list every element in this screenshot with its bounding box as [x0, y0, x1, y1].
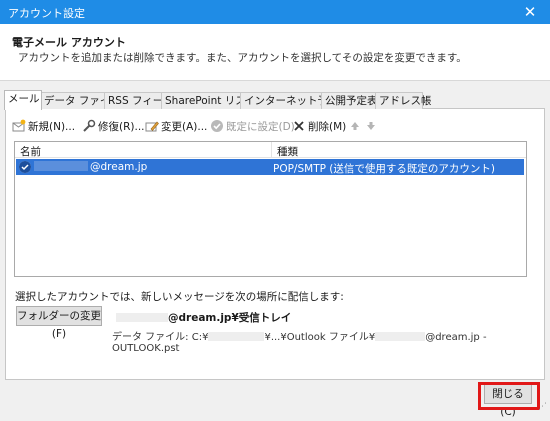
tab-address-books[interactable]: アドレス帳	[375, 92, 432, 109]
account-type: POP/SMTP (送信で使用する既定のアカウント)	[273, 163, 495, 175]
new-button[interactable]: 新規(N)...	[12, 118, 75, 136]
tab-mail[interactable]: メール	[4, 90, 42, 110]
change-button[interactable]: 変更(A)...	[145, 118, 207, 136]
dialog-header: 電子メール アカウント アカウントを追加または削除できます。また、アカウントを選…	[0, 24, 550, 81]
column-header-type[interactable]: 種類	[277, 144, 298, 159]
account-list[interactable]: 名前 種類 @dream.jp POP/SMTP (送信で使用する既定のアカウン…	[14, 141, 527, 277]
column-header-name[interactable]: 名前	[20, 144, 41, 159]
redacted-folder	[208, 332, 265, 341]
inbox-path: @dream.jp¥受信トレイ	[116, 310, 291, 325]
redacted-username	[375, 332, 426, 341]
arrow-up-icon	[348, 119, 362, 133]
resize-grip-icon[interactable]: ⋰	[538, 402, 548, 412]
new-account-icon	[12, 119, 26, 133]
default-account-check-icon	[19, 161, 31, 173]
account-row[interactable]: @dream.jp POP/SMTP (送信で使用する既定のアカウント)	[16, 159, 524, 175]
move-down-button[interactable]	[364, 118, 380, 136]
window-title: アカウント設定	[8, 7, 85, 20]
account-name: @dream.jp	[34, 161, 147, 173]
tab-rss-feeds[interactable]: RSS フィード	[104, 92, 174, 109]
set-default-button[interactable]: 既定に設定(D)	[210, 118, 295, 136]
delivery-label: 選択したアカウントでは、新しいメッセージを次の場所に配信します:	[15, 291, 344, 303]
set-default-label: 既定に設定(D)	[226, 121, 295, 133]
tab-internet-calendars[interactable]: インターネット予定表	[240, 92, 349, 109]
move-up-button[interactable]	[348, 118, 364, 136]
data-file-path: データ ファイル: C:¥ ¥...¥Outlook ファイル¥ @dream.jp…	[112, 332, 487, 354]
redacted-username	[34, 161, 88, 171]
delete-label: 削除(M)	[308, 121, 347, 133]
change-label: 変更(A)...	[161, 121, 208, 133]
repair-button[interactable]: 修復(R)...	[82, 118, 145, 136]
dialog-footer	[0, 380, 550, 414]
change-icon	[145, 119, 159, 133]
delete-x-icon	[292, 119, 306, 133]
header-title: 電子メール アカウント	[12, 36, 126, 49]
arrow-down-icon	[364, 119, 378, 133]
delete-button[interactable]: 削除(M)	[292, 118, 346, 136]
account-settings-window: アカウント設定 ✕ 電子メール アカウント アカウントを追加または削除できます。…	[0, 0, 550, 418]
header-subtitle: アカウントを追加または削除できます。また、アカウントを選択してその設定を変更でき…	[18, 52, 467, 64]
tab-published-calendars[interactable]: 公開予定表	[321, 92, 378, 109]
close-window-icon[interactable]: ✕	[510, 0, 550, 24]
tab-sharepoint-lists[interactable]: SharePoint リスト	[161, 92, 256, 109]
redacted-username	[116, 313, 168, 322]
check-circle-icon	[210, 119, 224, 133]
column-divider[interactable]	[271, 142, 272, 157]
change-folder-button[interactable]: フォルダーの変更(F)	[16, 306, 102, 340]
highlight-box	[478, 382, 540, 410]
new-label: 新規(N)...	[28, 121, 76, 133]
repair-icon	[82, 119, 96, 133]
tab-data-files[interactable]: データ ファイル	[40, 92, 121, 109]
repair-label: 修復(R)...	[98, 121, 145, 133]
list-header: 名前 種類	[15, 142, 526, 158]
title-bar: アカウント設定 ✕	[0, 0, 550, 24]
